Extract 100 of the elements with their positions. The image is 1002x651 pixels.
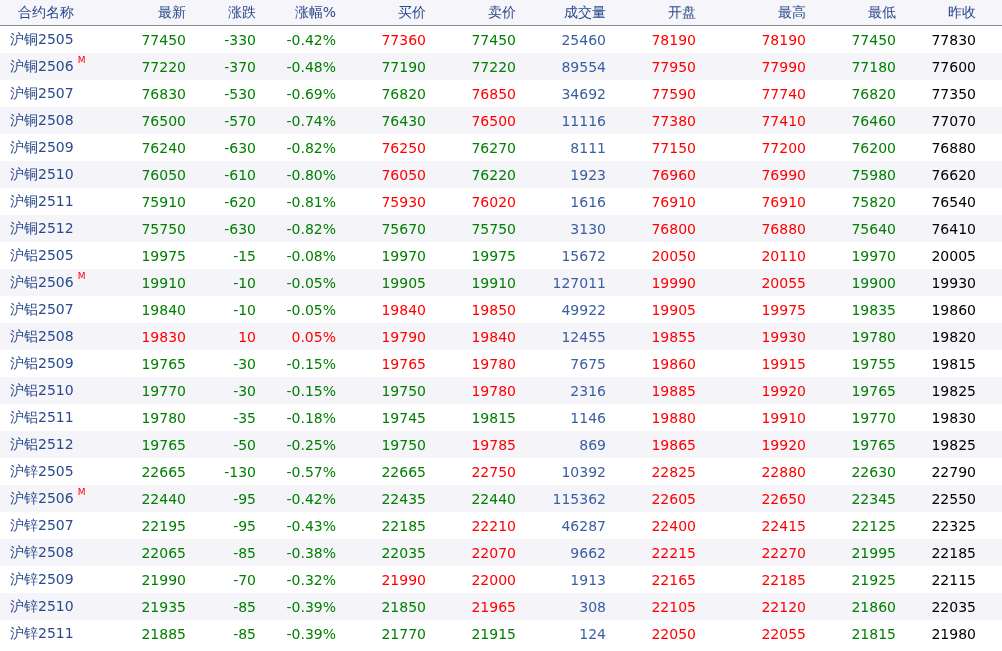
table-cell-text: -0.15%: [285, 382, 337, 399]
table-row[interactable]: 沪铝2512 19765 -50 -0.25% 19750 19785 869 19865 19920 19765 19825: [0, 431, 1002, 458]
table-cell-text: 77590: [650, 85, 697, 102]
table-cell-text: 19930: [760, 328, 807, 345]
table-cell-text: 76800: [650, 220, 697, 237]
table-cell-text: 77220: [470, 58, 517, 75]
table-cell-text: 77990: [760, 58, 807, 75]
table-cell-text: 77450: [140, 31, 187, 48]
column-header[interactable]: 最低: [810, 3, 900, 22]
table-cell-text: 10392: [560, 463, 607, 480]
table-row[interactable]: 沪铝2508 19830 10 0.05% 19790 19840 12455 19855 19930 19780 19820: [0, 323, 1002, 350]
table-cell-text: -0.05%: [285, 274, 337, 291]
main-contract-label: M: [77, 271, 86, 281]
table-cell-text: 22035: [930, 598, 977, 615]
table-cell-text: 75750: [470, 220, 517, 237]
table-row[interactable]: 沪锌2510 21935 -85 -0.39% 21850 21965 308 22105 22120 21860 22035: [0, 593, 1002, 620]
column-header[interactable]: 合约名称: [0, 3, 120, 22]
table-cell-text: 21815: [850, 625, 897, 642]
table-cell-text: 76960: [650, 166, 697, 183]
table-cell-text: -0.80%: [285, 166, 337, 183]
table-cell-text: -85: [232, 625, 257, 642]
table-cell-text: 77190: [380, 58, 427, 75]
table-cell-text: 76910: [760, 193, 807, 210]
table-cell-text: 76850: [470, 85, 517, 102]
table-cell-text: 25460: [560, 31, 607, 48]
table-cell-text: -610: [223, 166, 257, 183]
table-cell-text: 21860: [850, 598, 897, 615]
table-cell-text: 0.05%: [290, 328, 337, 345]
table-cell-text: 21770: [380, 625, 427, 642]
column-header[interactable]: 最新: [120, 3, 190, 22]
table-cell-text: 77350: [930, 85, 977, 102]
table-cell-text: -0.39%: [285, 598, 337, 615]
table-cell-text: 22325: [930, 517, 977, 534]
table-cell-text: 19770: [140, 382, 187, 399]
table-cell-text: 21995: [850, 544, 897, 561]
table-cell-text: 76820: [380, 85, 427, 102]
table-cell-text: 22120: [760, 598, 807, 615]
table-cell-text: -85: [232, 598, 257, 615]
table-cell-text: 19910: [470, 274, 517, 291]
table-cell-text: 1923: [569, 166, 607, 183]
table-cell-text: 77360: [380, 31, 427, 48]
table-row[interactable]: 沪铝2510 19770 -30 -0.15% 19750 19780 2316 19885 19920 19765 19825: [0, 377, 1002, 404]
column-header[interactable]: 卖价: [430, 3, 520, 22]
table-cell-text: -0.81%: [285, 193, 337, 210]
column-header[interactable]: 最高: [700, 3, 810, 22]
column-header[interactable]: 涨跌: [190, 3, 260, 22]
table-cell-text: 19910: [140, 274, 187, 291]
table-cell-text: 22195: [140, 517, 187, 534]
table-cell-text: 19930: [930, 274, 977, 291]
table-row[interactable]: 沪锌2506 M 22440 -95 -0.42% 22435 22440 115362 22605 22650 22345 22550: [0, 485, 1002, 512]
table-cell-text: 19785: [470, 436, 517, 453]
table-cell-text: 3130: [569, 220, 607, 237]
table-cell-text: -50: [232, 436, 257, 453]
table-cell-text: 76880: [930, 139, 977, 156]
table-cell-text: -570: [223, 112, 257, 129]
table-cell-text: 19885: [650, 382, 697, 399]
table-cell-text: 76460: [850, 112, 897, 129]
table-cell-text: 19840: [380, 301, 427, 318]
contract-name: 沪锌2509: [10, 570, 74, 589]
table-cell-text: 22440: [140, 490, 187, 507]
table-cell-text: 19915: [760, 355, 807, 372]
table-cell-text: -0.82%: [285, 220, 337, 237]
table-cell-text: -0.43%: [285, 517, 337, 534]
table-row[interactable]: 沪铜2506 M 77220 -370 -0.48% 77190 77220 89554 77950 77990 77180 77600: [0, 53, 1002, 80]
contract-name: 沪铝2508: [10, 327, 74, 346]
column-header[interactable]: 买价: [340, 3, 430, 22]
table-row[interactable]: 沪锌2508 22065 -85 -0.38% 22035 22070 9662 22215 22270 21995 22185: [0, 539, 1002, 566]
table-cell-text: 308: [578, 598, 607, 615]
table-cell-text: -0.82%: [285, 139, 337, 156]
table-cell-text: 22105: [650, 598, 697, 615]
contract-name: 沪铜2510: [10, 165, 74, 184]
contract-name: 沪铝2512: [10, 435, 74, 454]
table-cell-text: 22630: [850, 463, 897, 480]
table-cell-text: 1146: [569, 409, 607, 426]
table-cell-text: 8111: [569, 139, 607, 156]
table-row[interactable]: 沪铜2508 76500 -570 -0.74% 76430 76500 11116 77380 77410 76460 77070: [0, 107, 1002, 134]
table-cell-text: 77950: [650, 58, 697, 75]
table-cell-text: 21990: [140, 571, 187, 588]
table-row[interactable]: 沪铜2510 76050 -610 -0.80% 76050 76220 1923 76960 76990 75980 76620: [0, 161, 1002, 188]
table-cell-text: -10: [232, 301, 257, 318]
column-header[interactable]: 涨幅%: [260, 3, 340, 22]
table-cell-text: 19975: [470, 247, 517, 264]
table-cell-text: 19830: [140, 328, 187, 345]
table-cell-text: 22605: [650, 490, 697, 507]
column-header[interactable]: 成交量: [520, 3, 610, 22]
table-cell-text: -530: [223, 85, 257, 102]
table-cell-text: -0.42%: [285, 490, 337, 507]
table-cell-text: 21990: [380, 571, 427, 588]
column-header[interactable]: 开盘: [610, 3, 700, 22]
table-row[interactable]: 沪铜2512 75750 -630 -0.82% 75670 75750 3130 76800 76880 75640 76410: [0, 215, 1002, 242]
table-cell-text: 22185: [380, 517, 427, 534]
table-cell-text: 19825: [930, 382, 977, 399]
table-cell-text: 76020: [470, 193, 517, 210]
column-header[interactable]: 昨收: [900, 3, 980, 22]
table-cell-text: 19765: [850, 382, 897, 399]
table-cell-text: -0.69%: [285, 85, 337, 102]
table-cell-text: 76990: [760, 166, 807, 183]
table-cell-text: 19750: [380, 382, 427, 399]
table-cell-text: -0.18%: [285, 409, 337, 426]
table-row[interactable]: 沪铝2506 M 19910 -10 -0.05% 19905 19910 127011 19990 20055 19900 19930: [0, 269, 1002, 296]
